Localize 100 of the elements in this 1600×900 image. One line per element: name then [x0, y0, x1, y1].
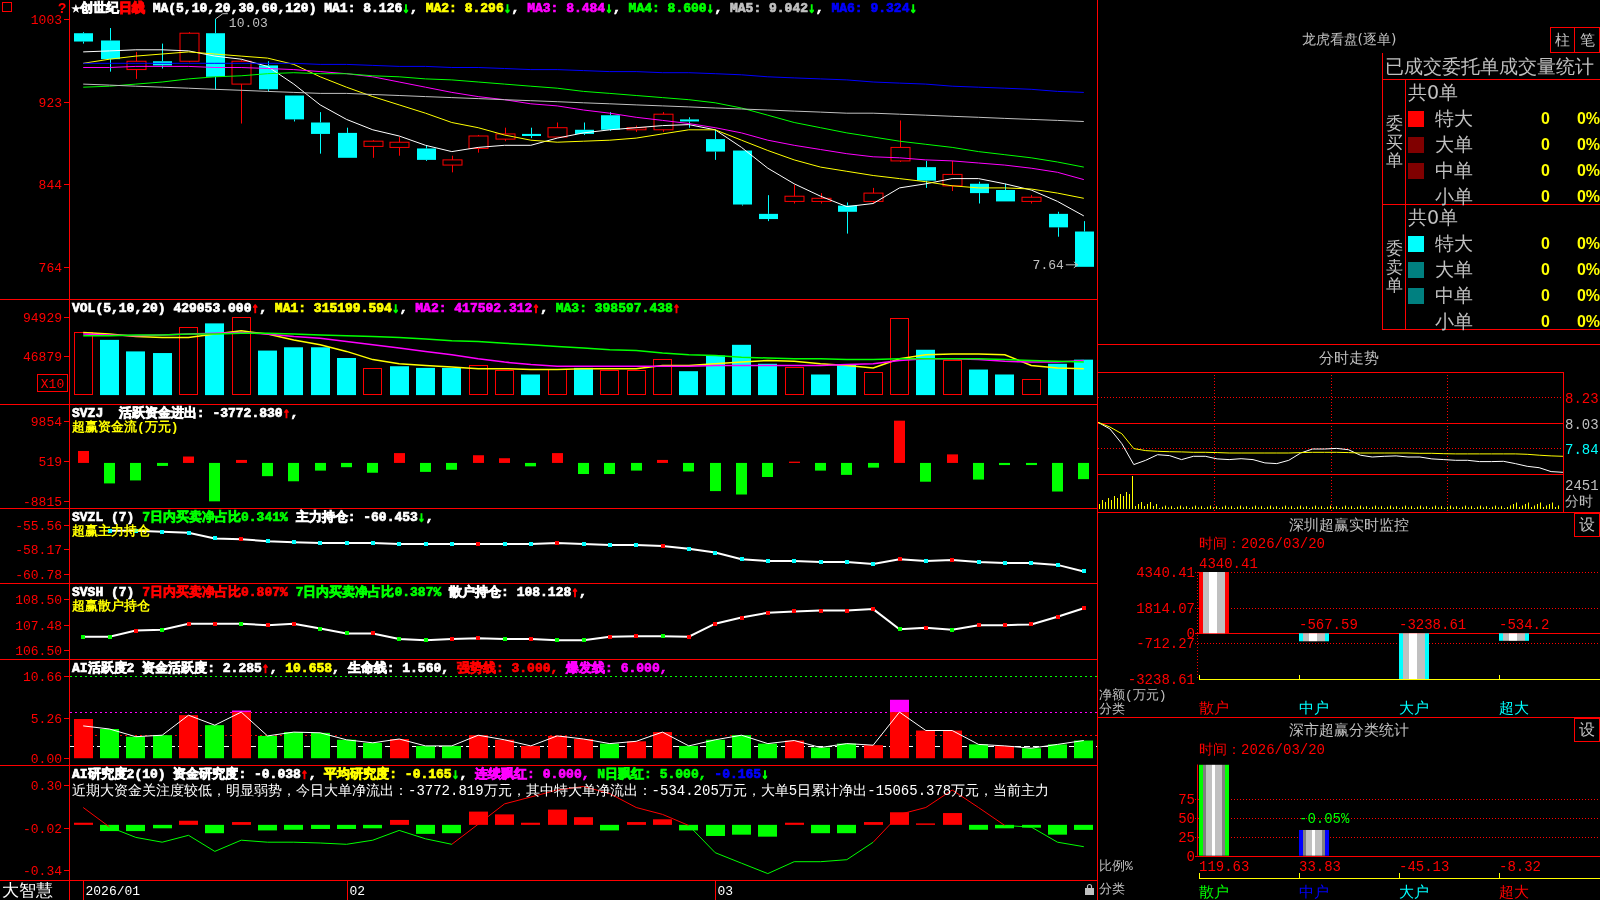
- y-axis-label: 50: [1178, 810, 1195, 827]
- point: [318, 541, 322, 545]
- settings-button[interactable]: 设: [1574, 718, 1600, 742]
- fund-flow-bar: [1078, 462, 1089, 480]
- unit-label: X10: [37, 374, 68, 392]
- fund-flow-bar: [446, 462, 457, 470]
- fund-flow-bar: [604, 462, 615, 474]
- research-bar: [100, 824, 119, 832]
- point: [582, 542, 586, 546]
- fund-flow-bar: [657, 459, 668, 463]
- research-bar: [785, 822, 804, 825]
- volume-bar: [548, 369, 567, 395]
- activity-bar: [469, 735, 488, 759]
- research-bar: [126, 824, 145, 832]
- y-axis-label: 923: [38, 96, 62, 111]
- axis-title: 比例%: [1099, 859, 1133, 874]
- research-bar: [284, 824, 303, 830]
- order-count: 0: [1541, 261, 1550, 279]
- activity-bar: [864, 745, 883, 759]
- volume-bar: [311, 347, 330, 396]
- volume-axis-label: 2451: [1565, 478, 1599, 494]
- y-axis-label: -60.78: [15, 568, 62, 583]
- candle: [970, 181, 989, 204]
- research-bar: [969, 824, 988, 830]
- point: [766, 559, 770, 563]
- category-label: 大户: [1399, 885, 1429, 900]
- volume-bar: [74, 332, 93, 395]
- fund-flow-bar: [710, 462, 721, 492]
- point: [213, 536, 217, 540]
- table-heading: 已成交委托单成交量统计: [1383, 53, 1600, 80]
- chart-subtitle: 时间：2026/03/20: [1199, 741, 1325, 759]
- y-axis-label: 1814.07: [1136, 600, 1195, 617]
- fund-flow-bar: [762, 462, 773, 477]
- order-share: 0%: [1576, 261, 1600, 279]
- settings-button[interactable]: 设: [1574, 513, 1600, 537]
- point: [871, 607, 875, 611]
- activity-bar: [811, 747, 830, 759]
- candle: [468, 134, 489, 154]
- point: [81, 635, 85, 639]
- research-bar: [416, 824, 435, 834]
- point: [661, 634, 665, 638]
- y-axis-label: 844: [38, 178, 62, 193]
- activity-bar: [363, 742, 382, 759]
- order-count: 0: [1541, 162, 1550, 180]
- fund-flow-bar: [236, 459, 247, 463]
- volume-bar: [916, 349, 935, 396]
- y-axis-label: -8815: [23, 495, 62, 508]
- research-bar: [1074, 824, 1093, 830]
- point: [1082, 606, 1086, 610]
- order-count: 0: [1541, 110, 1550, 128]
- group-label: 委卖单: [1385, 238, 1403, 296]
- data-label: 119.63: [1199, 859, 1250, 875]
- order-share: 0%: [1576, 235, 1600, 253]
- volume-bar: [179, 327, 198, 395]
- candle: [838, 201, 857, 235]
- volume-bar: [969, 369, 988, 396]
- research-bar: [837, 824, 856, 834]
- candle: [389, 136, 410, 157]
- candle: [231, 59, 252, 125]
- candle: [547, 122, 568, 138]
- activity-bar: [100, 729, 119, 759]
- chart-subtitle: 时间：2026/03/20: [1199, 535, 1325, 553]
- volume-bar: [600, 370, 619, 395]
- research-bar: [627, 822, 646, 825]
- fund-flow-bar: [1026, 462, 1037, 466]
- point: [950, 558, 954, 562]
- fund-flow-bar: [894, 420, 905, 463]
- order-size: 小单: [1435, 184, 1474, 208]
- candle: [74, 31, 93, 45]
- category-label: 大户: [1399, 701, 1429, 717]
- candle: [626, 125, 647, 133]
- point: [950, 628, 954, 632]
- mode-button[interactable]: 笔: [1575, 27, 1600, 53]
- point: [371, 631, 375, 635]
- research-bar: [311, 824, 330, 829]
- y-axis-label: 0.00: [30, 752, 62, 765]
- activity-bar: [600, 743, 619, 759]
- mode-button[interactable]: 柱: [1550, 27, 1575, 53]
- point: [187, 622, 191, 626]
- order-count: 0: [1541, 313, 1550, 331]
- point: [977, 623, 981, 627]
- fund-flow-bar: [578, 462, 589, 474]
- fund-flow-bar: [341, 462, 352, 468]
- volume-bar: [100, 339, 119, 396]
- research-bar: [653, 819, 672, 825]
- point: [819, 609, 823, 613]
- candle: [206, 18, 225, 90]
- volume-bar: [864, 372, 883, 395]
- order-share: 0%: [1576, 136, 1600, 154]
- point: [160, 628, 164, 632]
- research-bar: [864, 822, 883, 825]
- y-axis-label: 0: [1186, 848, 1195, 865]
- order-size: 中单: [1435, 158, 1474, 183]
- candle: [706, 129, 725, 161]
- volume-bar: [284, 347, 303, 396]
- fund-flow-bar: [104, 462, 115, 484]
- candle: [653, 111, 674, 133]
- point: [345, 631, 349, 635]
- volume-bar: [469, 365, 488, 395]
- candle: [126, 51, 147, 80]
